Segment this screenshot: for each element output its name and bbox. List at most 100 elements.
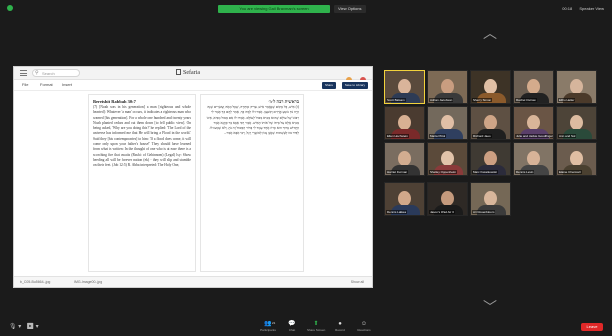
download-item[interactable]: b_C05-Bu5664-.jpg — [20, 280, 50, 285]
control-label: Chat — [288, 328, 296, 332]
screen-share-banner: You are viewing Gail Bravman's screen — [218, 5, 330, 13]
participant-name: Elaine Chenicell — [558, 170, 582, 174]
control-2[interactable]: ⬆ Share Screen — [307, 321, 325, 333]
participant-video — [398, 115, 411, 130]
control-label: Participants — [260, 328, 276, 332]
participant-name: Elihu Heller — [558, 98, 576, 102]
download-item[interactable]: IMG-Image00-.jpg — [74, 280, 102, 285]
participant-video — [441, 191, 454, 206]
meeting-controls-bar: 🎙 ▾ ▶ ▾ 👥 Participants 21 💬 Chat ⬆ Share Scree… — [0, 318, 612, 336]
zoom-meeting-window: You are viewing Gail Bravman's screen Vi… — [0, 0, 612, 336]
chevron-down-icon[interactable]: ﹀ — [483, 300, 497, 314]
doc-header: Search ⚲ Sefaria — [14, 67, 372, 83]
participant-tile[interactable]: Adrian Jacobson — [427, 70, 468, 104]
participant-video — [570, 151, 583, 166]
participant-count: 21 — [272, 321, 276, 325]
participant-tile[interactable]: Elihu Heller — [556, 70, 597, 104]
participant-name: Marta Pittol — [429, 134, 447, 138]
participant-name: Dennis Levin — [515, 170, 535, 174]
security-shield-icon[interactable] — [7, 5, 13, 11]
participant-name: Rachel Ostrow — [515, 98, 537, 102]
hebrew-text-column: בראשית רבה ל׳:ז׳ (ז) אִישׁ, כָּל מָקוֹם … — [200, 94, 304, 272]
doc-menu-bar: File Format Insert Share Save to Library — [14, 80, 372, 91]
participant-video — [527, 115, 540, 130]
participant-tile[interactable]: Marta Pittol — [427, 106, 468, 140]
participant-video — [398, 79, 411, 94]
participant-name: Shelley Oppenheim — [429, 170, 458, 174]
show-all-link[interactable]: Show all — [351, 280, 364, 285]
participant-tile[interactable]: Rachel Ostrow — [513, 70, 554, 104]
meeting-actions: 👥 Participants 21 💬 Chat ⬆ Share Screen ● Record… — [259, 321, 379, 335]
menu-format[interactable]: Format — [40, 82, 53, 88]
control-label: Record — [335, 328, 345, 332]
view-options-button[interactable]: View Options — [334, 5, 366, 13]
participant-tile[interactable]: Elaine Chenicell — [556, 142, 597, 176]
participant-tile[interactable]: Ann and Sol — [556, 106, 597, 140]
participant-name: Jason's iPad Air 3 — [429, 210, 455, 214]
control-icon: 💬 — [288, 321, 296, 327]
participant-tile[interactable]: Dennis Levin — [513, 142, 554, 176]
share-button[interactable]: Share — [321, 82, 336, 89]
participant-video — [398, 191, 411, 206]
participant-name: Adrian Jacobson — [429, 98, 454, 102]
participant-tile[interactable]: Ari Rosenbloom — [470, 182, 511, 216]
participant-tile[interactable]: Jason's iPad Air 3 — [427, 182, 468, 216]
participant-name: Dennis Lalkea — [386, 210, 408, 214]
chevron-up-icon[interactable]: ︿ — [483, 26, 497, 40]
save-to-library-button[interactable]: Save to Library — [341, 82, 368, 89]
hebrew-source-title: בראשית רבה ל׳:ז׳ — [268, 99, 299, 104]
participant-tile[interactable]: Shelley Oppenheim — [427, 142, 468, 176]
participant-tile[interactable]: Scott Balsam — [384, 70, 425, 104]
top-bar: You are viewing Gail Bravman's screen Vi… — [0, 0, 612, 18]
menu-insert[interactable]: Insert — [62, 82, 72, 88]
hamburger-menu-icon[interactable] — [20, 70, 27, 76]
participant-name: Ari Rosenbloom — [472, 210, 496, 214]
control-1[interactable]: 💬 Chat — [283, 321, 301, 333]
meeting-timer: 00:18 — [562, 6, 573, 11]
download-bar: b_C05-Bu5664-.jpg IMG-Image00-.jpg Show … — [14, 276, 372, 287]
control-3[interactable]: ● Record — [331, 321, 349, 333]
control-label: Share Screen — [307, 328, 326, 332]
participant-video — [398, 151, 411, 166]
brand-name: Sefaria — [183, 70, 200, 76]
participant-name: Harriet Furman — [386, 170, 409, 174]
participant-name: Richard Jaeo — [472, 134, 492, 138]
participant-video — [570, 115, 583, 130]
control-icon: ⬆ — [313, 321, 319, 327]
participant-tile[interactable]: Sherry Simon — [470, 70, 511, 104]
english-text-column: Bereishit Rabbah 30:7 (7) [Noah was in h… — [88, 94, 196, 272]
participant-tile[interactable]: Dennis Lalkea — [384, 182, 425, 216]
participant-tile[interactable]: Harriet Furman — [384, 142, 425, 176]
hebrew-source-text: (ז) אִישׁ, כָּל מָקוֹם שֶׁנֶּאֱמַר אִישׁ… — [206, 105, 299, 136]
participant-tile[interactable]: Julie and Jackie Goodfinger — [513, 106, 554, 140]
participant-video — [570, 79, 583, 94]
participant-name: Sherry Simon — [472, 98, 493, 102]
shared-screen-document: Search ⚲ Sefaria File Format Insert Shar… — [13, 66, 373, 288]
participant-tile[interactable]: Marc Kwiatkowski — [470, 142, 511, 176]
search-input[interactable]: Search — [32, 69, 80, 77]
control-0[interactable]: 👥 Participants 21 — [259, 321, 277, 333]
menu-file[interactable]: File — [22, 82, 28, 88]
control-4[interactable]: ☺ Reactions — [355, 321, 373, 333]
control-label: Reactions — [357, 328, 371, 332]
control-icon: ☺ — [360, 321, 368, 327]
participant-tile[interactable]: Richard Jaeo — [470, 106, 511, 140]
audio-video-controls[interactable]: 🎙 ▾ ▶ ▾ — [9, 323, 39, 331]
participant-video — [484, 191, 497, 206]
speaker-view-button[interactable]: Speaker View — [579, 6, 604, 11]
participant-video — [484, 151, 497, 166]
participant-name: Julie and Jackie Goodfinger — [515, 134, 554, 138]
control-icon: ● — [338, 321, 342, 327]
participant-name: Ann and Sol — [558, 134, 577, 138]
participant-tile[interactable]: Ellen Hochstein — [384, 106, 425, 140]
participant-gallery: Scott Balsam Adrian Jacobson Sherry Simon R… — [384, 70, 599, 286]
search-icon: ⚲ — [35, 70, 39, 76]
logo-mark-icon — [176, 69, 181, 75]
participant-video — [527, 151, 540, 166]
participant-video — [441, 79, 454, 94]
participant-video — [484, 79, 497, 94]
leave-button[interactable]: Leave — [581, 323, 603, 331]
participant-video — [527, 79, 540, 94]
participant-video — [441, 151, 454, 166]
participant-name: Ellen Hochstein — [386, 134, 409, 138]
